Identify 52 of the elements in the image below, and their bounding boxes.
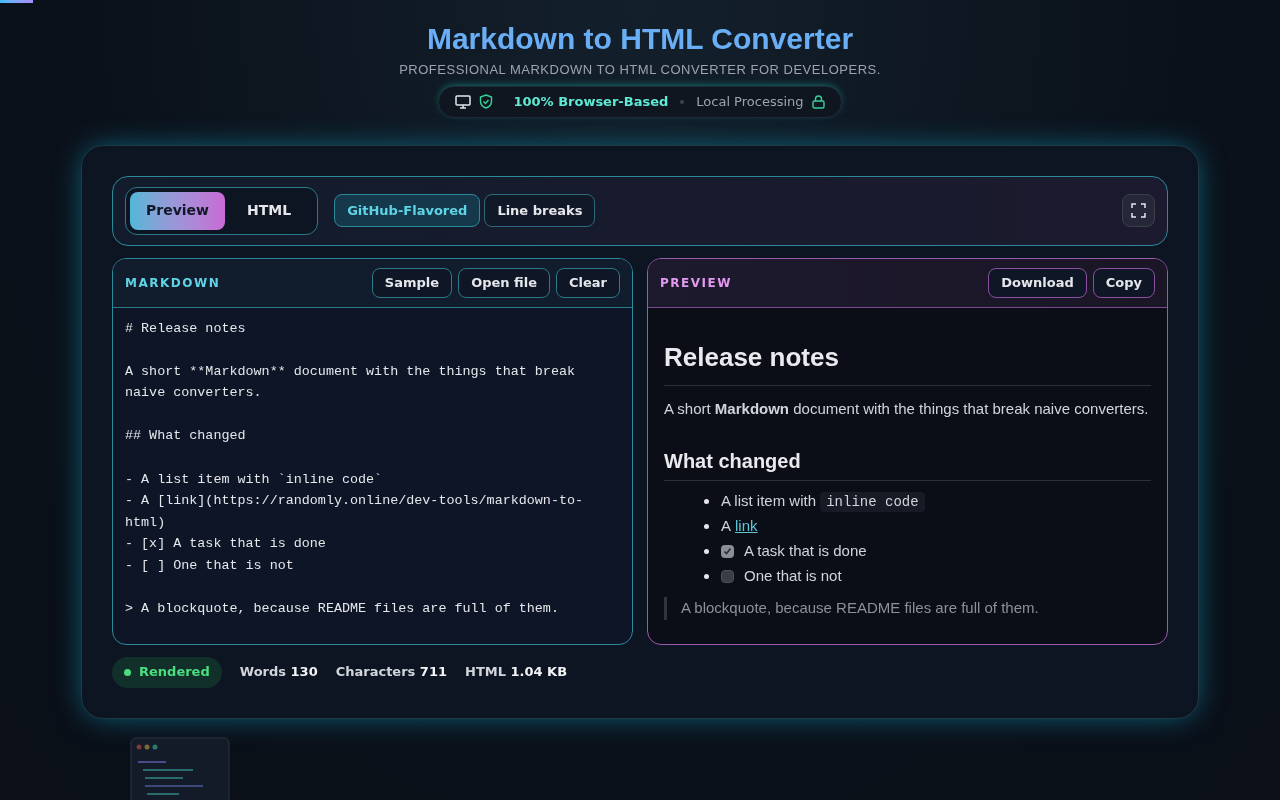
link[interactable]: link — [735, 515, 758, 538]
bullet-icon — [704, 499, 709, 504]
panel-title: PREVIEW — [660, 274, 732, 292]
editor-line: html) — [125, 513, 166, 532]
bullet-icon — [704, 549, 709, 554]
list-item-text: A — [721, 516, 731, 537]
top-accent-line — [0, 0, 33, 3]
bullet-icon — [704, 574, 709, 579]
paragraph: A short Markdown document with the things that break naive converters. — [664, 398, 1150, 419]
view-tab[interactable]: Preview — [130, 191, 225, 230]
editor-line: naive converters. — [125, 384, 262, 403]
blockquote: A blockquote, because README files are full of them. — [681, 598, 1040, 618]
badge-primary-text: 100% Browser-Based — [513, 92, 669, 111]
list-item-text: One that is not — [744, 566, 842, 587]
list-item-text: A task that is done — [744, 541, 867, 562]
expand-icon — [1131, 203, 1146, 218]
panel-button[interactable]: Open file — [458, 267, 550, 298]
stat-text: HTML 1.04 KB — [465, 663, 568, 682]
inline-code: inline code — [820, 492, 925, 512]
editor-line: A short **Markdown** document with the things that break — [125, 362, 575, 381]
list-item-text: A list item with inline code — [721, 490, 925, 513]
editor-line: ## What changed — [125, 427, 246, 446]
check-icon — [723, 547, 732, 556]
editor-line: > A blockquote, because README files are full of them. — [125, 600, 559, 619]
subheading: What changed — [664, 449, 802, 474]
task-checkbox[interactable] — [721, 570, 734, 583]
page-subtitle: PROFESSIONAL MARKDOWN TO HTML CONVERTER FOR DEVELOPERS. — [399, 61, 881, 79]
editor-line: # Release notes — [125, 319, 246, 338]
editor-line: - [x] A task that is done — [125, 535, 326, 554]
heading: Release notes — [664, 340, 840, 374]
option-toggle[interactable]: Line breaks — [484, 194, 596, 227]
panel-button[interactable]: Download — [988, 267, 1087, 298]
editor-line: - [ ] One that is not — [125, 557, 294, 576]
stat-text: Words 130 — [239, 663, 318, 682]
page-title: Markdown to HTML Converter — [426, 21, 854, 57]
stat-text: Characters 711 — [335, 663, 447, 682]
monitor-icon — [455, 94, 472, 109]
lock-icon — [811, 94, 825, 109]
panel-button[interactable]: Sample — [371, 267, 453, 298]
badge-secondary-text: Local Processing — [696, 92, 804, 111]
fullscreen-button[interactable] — [1122, 194, 1155, 227]
panel-title: MARKDOWN — [125, 274, 221, 292]
panel-button[interactable]: Clear — [556, 267, 620, 298]
editor-line: - A [link](https://randomly.online/dev-tools/markdown-to- — [125, 492, 584, 511]
shield-check-icon — [479, 94, 494, 109]
view-tab[interactable]: HTML — [225, 191, 314, 230]
editor-line: - A list item with `inline code` — [125, 470, 383, 489]
option-toggle[interactable]: GitHub-Flavored — [334, 194, 481, 227]
bullet-icon — [704, 524, 709, 529]
status-badge: Rendered — [112, 656, 222, 688]
panel-button[interactable]: Copy — [1092, 267, 1155, 298]
task-checkbox[interactable] — [721, 545, 734, 558]
